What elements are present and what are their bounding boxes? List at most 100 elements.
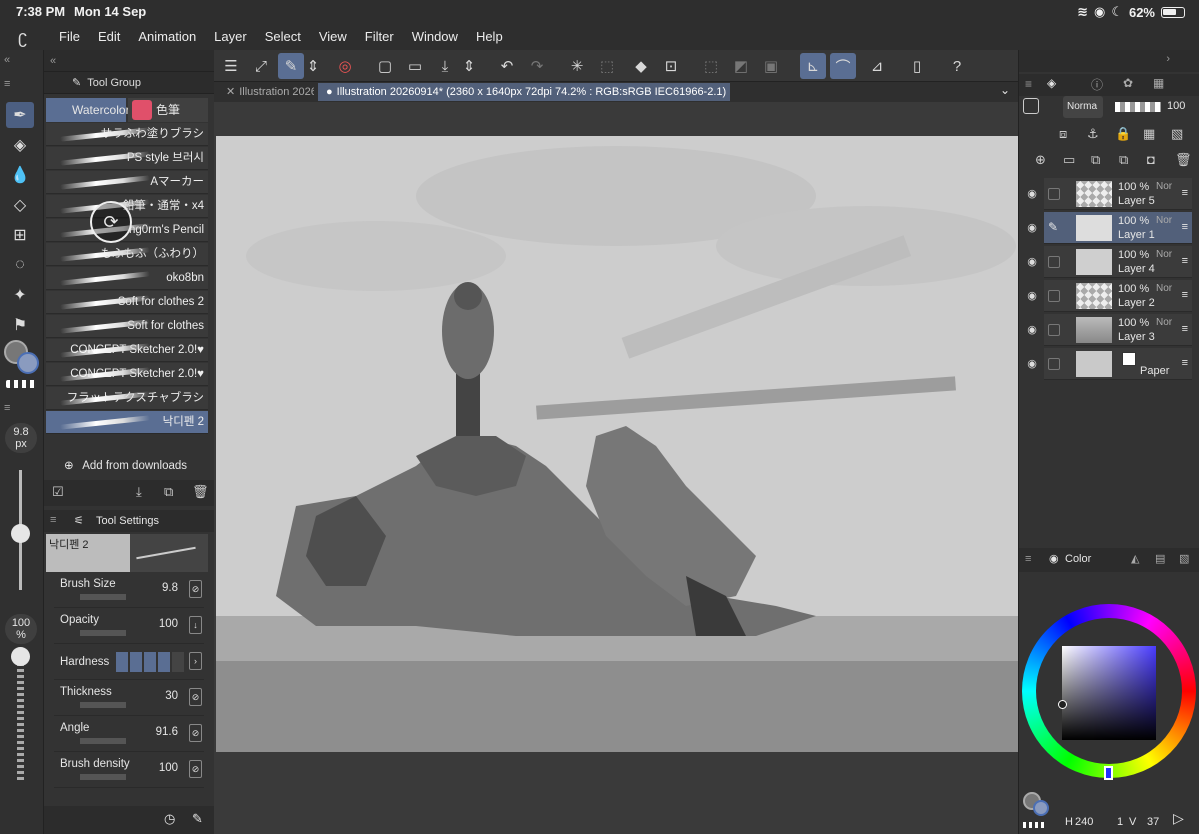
invert-selection-icon[interactable]: ◩	[728, 53, 754, 79]
color-slider-tab-icon[interactable]: ▤	[1155, 552, 1165, 565]
brush-item[interactable]: Soft for clothes	[46, 315, 208, 338]
play-icon[interactable]: ▷	[1173, 810, 1184, 827]
clock-icon[interactable]: ◷	[164, 811, 175, 827]
pressure-icon[interactable]: ⊘	[189, 724, 202, 742]
value-value[interactable]: 37	[1147, 816, 1159, 828]
menu-edit[interactable]: Edit	[98, 29, 120, 44]
eraser-tool-icon[interactable]: ◇	[6, 192, 34, 218]
menu-filter[interactable]: Filter	[365, 29, 394, 44]
add-from-downloads-button[interactable]: ⊕ Add from downloads	[64, 458, 187, 472]
blend-tool-icon[interactable]: 💧	[6, 162, 34, 188]
panel-menu-icon-4[interactable]: ≡	[1025, 77, 1032, 91]
brush-item[interactable]: サラふわ塗りブラシ	[46, 123, 208, 146]
chevron-right-icon[interactable]: ›	[189, 652, 202, 670]
app-logo-icon[interactable]: ʗ	[18, 27, 38, 47]
mask-icon[interactable]: ▧	[1171, 126, 1183, 142]
setting-value[interactable]: 91.6	[156, 726, 178, 738]
hardness-step[interactable]	[116, 652, 128, 672]
pressure-icon[interactable]: ⊘	[189, 760, 202, 778]
layer-opacity-slider[interactable]	[1115, 102, 1161, 112]
brush-item[interactable]: oko8bn	[46, 267, 208, 290]
open-folder-icon[interactable]: ▭	[402, 53, 428, 79]
clip-icon[interactable]: ⧈	[1059, 126, 1067, 142]
layer-row-paper[interactable]: ◉ Paper ≡	[1027, 348, 1192, 380]
edit-icon[interactable]: ✎	[278, 53, 304, 79]
menu-file[interactable]: File	[59, 29, 80, 44]
updown-icon-2[interactable]: ⇕	[462, 53, 476, 79]
tab-watercolor[interactable]: Watercolor	[46, 98, 130, 122]
setting-opacity[interactable]: Opacity 100 ↓	[54, 610, 204, 644]
close-icon[interactable]: ✕	[226, 86, 235, 98]
visibility-eye-icon[interactable]: ◉	[1024, 255, 1040, 269]
menu-window[interactable]: Window	[412, 29, 458, 44]
brush-item[interactable]: Soft for clothes 2	[46, 291, 208, 314]
info-tab-icon[interactable]: ⓘ	[1091, 76, 1103, 93]
lasso-tool-icon[interactable]: ◌	[6, 252, 34, 278]
new-file-icon[interactable]: ▢	[372, 53, 398, 79]
fill-tool-icon[interactable]: ◈	[6, 132, 34, 158]
material-tab-icon[interactable]: ✿	[1123, 76, 1133, 90]
layer-color-icon[interactable]	[1023, 98, 1039, 114]
layer-checkbox[interactable]	[1048, 324, 1060, 336]
drag-handle-icon[interactable]: ≡	[1182, 255, 1188, 267]
layer-opacity-value[interactable]: 100	[1167, 100, 1185, 112]
layer-row[interactable]: ◉ 100 % Nor Layer 3 ≡	[1027, 314, 1192, 346]
blend-mode-select[interactable]: Norma	[1063, 96, 1103, 118]
tab-document-1[interactable]: ✕ Illustration 2026	[218, 83, 314, 101]
fit-canvas-icon[interactable]: ⤢	[248, 53, 274, 79]
wrench-icon[interactable]: ✎	[192, 811, 203, 827]
save-icon[interactable]: ⤓	[432, 53, 458, 79]
setting-angle[interactable]: Angle 91.6 ⊘	[54, 718, 204, 752]
color-wheel-tab-icon[interactable]: ◉	[1049, 552, 1059, 565]
layer-row[interactable]: ◉ 100 % Nor Layer 4 ≡	[1027, 246, 1192, 278]
size-slider-knob[interactable]	[11, 524, 30, 543]
saturation-value-square[interactable]	[1062, 646, 1156, 740]
layer-checkbox[interactable]	[1048, 188, 1060, 200]
visibility-eye-icon[interactable]: ◉	[1024, 221, 1040, 235]
fill-icon[interactable]: ◆	[628, 53, 654, 79]
new-folder-icon[interactable]: ▭	[1063, 152, 1075, 168]
layer-row[interactable]: ◉ 100 % Nor Layer 5 ≡	[1027, 178, 1192, 210]
ruler-snap-icon[interactable]: ⊾	[800, 53, 826, 79]
delete-layer-icon[interactable]: 🗑	[1175, 152, 1192, 168]
setting-value[interactable]: 100	[159, 618, 178, 630]
hamburger-icon[interactable]: ☰	[218, 53, 244, 79]
color-panel-sub-swatch[interactable]	[1033, 800, 1049, 816]
setting-value[interactable]: 100	[159, 762, 178, 774]
sub-color-swatch[interactable]	[17, 352, 39, 374]
stamp-tool-icon[interactable]: ⚑	[6, 312, 34, 338]
transform-icon[interactable]: ⊡	[658, 53, 684, 79]
duplicate-icon[interactable]: ⧉	[164, 484, 173, 500]
canvas-artwork[interactable]	[216, 136, 1018, 752]
device-icon[interactable]: ▯	[904, 53, 930, 79]
layer-row[interactable]: ◉ 100 % Nor Layer 2 ≡	[1027, 280, 1192, 312]
mask-layer-icon[interactable]: ◘	[1147, 152, 1155, 167]
hardness-step[interactable]	[130, 652, 142, 672]
layer-checkbox[interactable]	[1048, 358, 1060, 370]
brush-snap-icon[interactable]: ⌒	[830, 53, 856, 79]
brush-item-selected[interactable]: 낙디펜 2	[46, 411, 208, 434]
setting-slider[interactable]	[80, 702, 126, 708]
panel-menu-icon[interactable]: ≡	[4, 78, 10, 90]
select-all-icon[interactable]: ⬚	[594, 53, 620, 79]
drag-handle-icon[interactable]: ≡	[1182, 221, 1188, 233]
setting-slider[interactable]	[80, 738, 126, 744]
opacity-slider-knob[interactable]	[11, 647, 30, 666]
copy-layer-icon[interactable]: ⧉	[1091, 152, 1100, 168]
setting-slider[interactable]	[80, 594, 126, 600]
brush-item[interactable]: Aマーカー	[46, 171, 208, 194]
new-raster-layer-icon[interactable]: ⊕	[1035, 152, 1046, 168]
hue-picker-knob[interactable]	[1104, 766, 1113, 780]
hue-value[interactable]: 240	[1075, 816, 1093, 828]
brush-item[interactable]: CONCEPT Sketcher 2.0!♥	[46, 363, 208, 386]
menu-view[interactable]: View	[319, 29, 347, 44]
collapse-right-icon[interactable]: ›	[1166, 53, 1170, 65]
transparent-color-icon[interactable]	[6, 380, 36, 388]
deselect-icon[interactable]: ⬚	[698, 53, 724, 79]
hardness-steps[interactable]	[116, 652, 184, 672]
drag-handle-icon[interactable]: ≡	[1182, 357, 1188, 369]
menu-help[interactable]: Help	[476, 29, 503, 44]
help-icon[interactable]: ?	[944, 53, 970, 79]
brush-item[interactable]: もふもふ（ふわり）	[46, 243, 208, 266]
visibility-eye-icon[interactable]: ◉	[1024, 289, 1040, 303]
